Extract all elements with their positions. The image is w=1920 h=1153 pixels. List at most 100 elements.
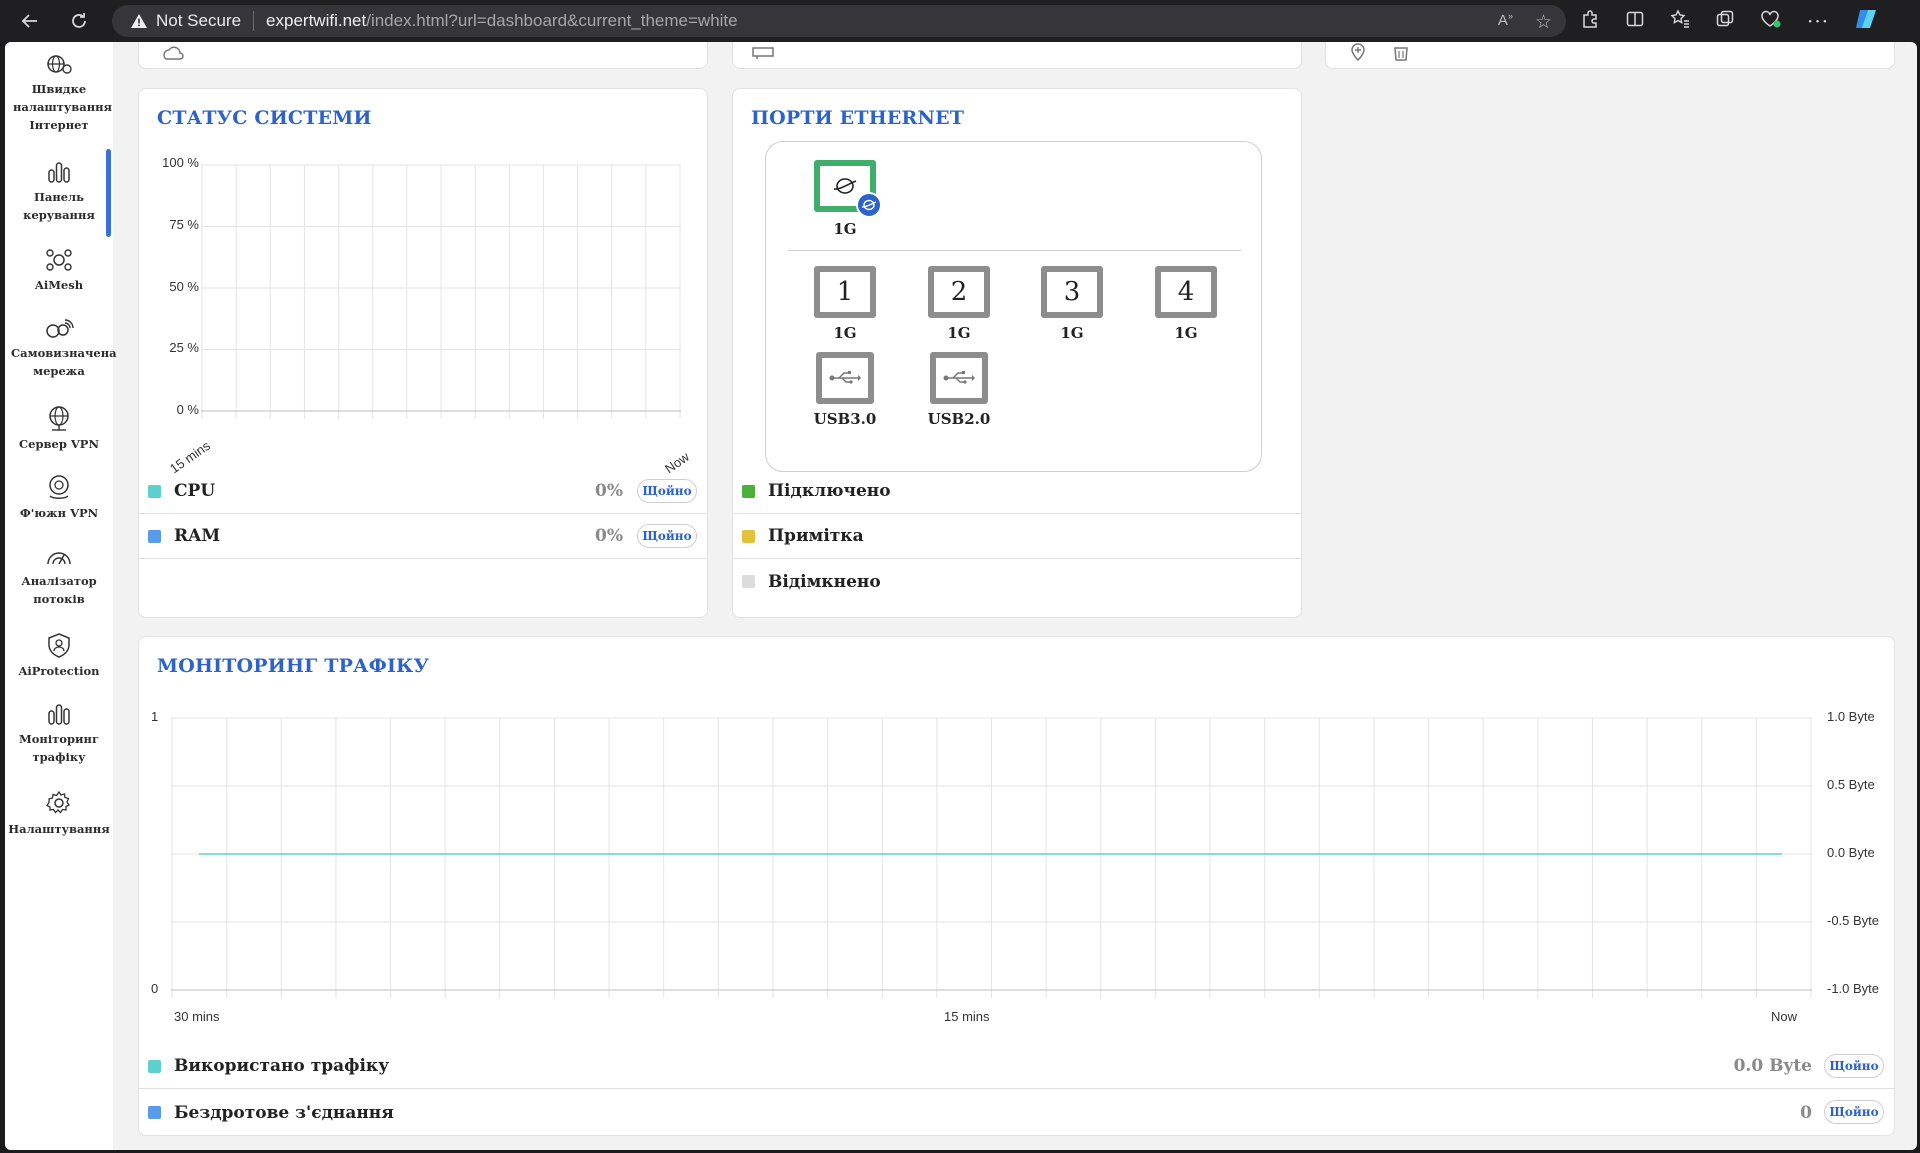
usb3-port[interactable] [816,352,874,404]
y-tick-label: 50 % [169,279,199,294]
copilot-icon[interactable] [1854,8,1878,34]
browser-essentials-icon[interactable] [1760,9,1782,33]
cpu-now-button[interactable]: Щойно [637,479,697,503]
address-bar[interactable]: Not Secure expertwifi.net/index.html?url… [112,5,1566,37]
lan-port-speed: 1G [1174,324,1198,342]
right-y-tick-label: 0.0 Byte [1827,845,1875,860]
lan-port-3[interactable]: 3 [1041,266,1103,318]
x-tick-label: Now [1771,1009,1798,1024]
sidebar-item-settings[interactable]: Налаштування [5,790,113,838]
sidebar-item-flow-analyzer[interactable]: Аналізатор потоків [5,544,113,608]
lan-port-face: 1 [820,272,870,312]
sidebar-item-quick-setup[interactable]: Швидке налаштування Інтернет [5,52,113,134]
wireless-color-swatch [148,1106,161,1119]
lan-port-face: 2 [934,272,984,312]
cpu-label: CPU [174,481,216,501]
x-tick-label: 15 mins [944,1009,990,1024]
legend-label: Підключено [768,481,891,501]
traffic-monitor-title: МОНІТОРИНГ ТРАФІКУ [157,655,430,677]
lan-port-speed: 1G [947,324,971,342]
usb2-port[interactable] [930,352,988,404]
wan-port[interactable] [814,160,882,218]
traffic-chart [171,717,1812,998]
ram-label: RAM [174,526,221,546]
sidebar-item-aimesh[interactable]: AiMesh [5,248,113,294]
usage-color-swatch [148,1059,161,1073]
extensions-icon[interactable] [1580,9,1600,33]
sidebar-item-label: Налаштування [8,822,110,836]
wireless-value: 0 [1800,1102,1812,1123]
wan-speed-label: 1G [833,220,857,238]
security-indicator[interactable]: Not Secure [112,11,253,31]
sidebar-item-custom-network[interactable]: Самовизначена мережа [5,316,117,380]
back-icon[interactable] [10,0,50,42]
ram-now-button[interactable]: Щойно [637,524,697,548]
usb2-label: USB2.0 [927,410,991,428]
collections-icon[interactable] [1715,9,1735,33]
sidebar-item-label: AiMesh [34,278,84,292]
more-options-icon[interactable]: ··· [1807,9,1829,33]
lan-port-speed: 1G [1060,324,1084,342]
traffic-usage-row: Використано трафіку 0.0 Byte Щойно [139,1044,1894,1089]
ports-panel: 1G 1 1G 2 1G 3 1G 4 1G USB3.0 USB2.0 [765,141,1262,472]
warning-icon [131,14,147,28]
lan-port-number: 4 [1177,277,1195,307]
partial-card-top-right [1325,42,1895,69]
sidebar-item-label: Швидке налаштування Інтернет [13,82,113,132]
sidebar-item-vpn-server[interactable]: Сервер VPN [5,405,113,453]
legend-connected: Підключено [733,469,1301,514]
cpu-color-swatch [148,484,161,498]
trash-icon[interactable] [1392,42,1410,62]
sidebar-item-label: Панель керування [23,190,95,222]
sidebar-item-vpn-fusion[interactable]: Ф'южн VPN [5,474,113,522]
ram-value: 0% [595,526,623,546]
legend-warning: Примітка [733,514,1301,559]
sidebar-item-traffic-monitor[interactable]: Моніторинг трафіку [5,702,113,766]
ethernet-ports-card: ПОРТИ ETHERNET 1G 1 1G 2 1G 3 1G 4 1G US… [732,88,1302,618]
traffic-monitor-card: МОНІТОРИНГ ТРАФІКУ 1 0 1.0 Byte 0.5 Byte… [138,636,1895,1136]
lan-port-4[interactable]: 4 [1155,266,1217,318]
system-status-title: СТАТУС СИСТЕМИ [157,107,372,129]
x-tick-label: 30 mins [174,1009,220,1024]
split-screen-icon[interactable] [1625,9,1645,33]
cpu-value: 0% [595,481,623,501]
right-y-tick-label: 1.0 Byte [1827,709,1875,724]
y-tick-label: 100 % [162,155,199,170]
legend-disconnected: Відімкнено [733,559,1301,604]
read-aloud-icon[interactable]: A» [1498,11,1513,34]
legend-label: Відімкнено [768,571,881,592]
aimesh-icon [46,249,72,271]
lan-port-1[interactable]: 1 [814,266,876,318]
lan-port-face: 3 [1047,272,1097,312]
sidebar-item-label: Моніторинг трафіку [19,732,100,764]
wireless-now-button[interactable]: Щойно [1824,1100,1884,1124]
ram-row: RAM 0% Щойно [139,514,707,559]
usb3-label: USB3.0 [813,410,877,428]
network-icon [46,319,74,338]
wireless-row: Бездротове з'єднання 0 Щойно [139,1090,1894,1135]
y-tick-label: 0 % [176,402,199,417]
location-add-icon[interactable] [1348,42,1368,62]
ram-color-swatch [148,529,161,543]
cloud-icon [163,46,184,60]
sidebar-item-dashboard[interactable]: Панель керування [5,160,113,224]
url-divider [253,11,255,31]
cpu-row: CPU 0% Щойно [139,469,707,514]
favorites-icon[interactable] [1670,9,1690,33]
left-y-tick-label: 0 [151,981,159,996]
y-tick-label: 25 % [169,340,199,355]
lan-port-number: 2 [950,277,968,307]
favorite-star-icon[interactable]: ☆ [1535,11,1552,34]
flow-analyzer-icon [47,552,71,565]
system-status-chart [201,164,681,419]
lan-port-2[interactable]: 2 [928,266,990,318]
right-y-tick-label: -0.5 Byte [1827,913,1880,928]
sidebar-item-label: Ф'южн VPN [19,506,99,520]
usage-now-button[interactable]: Щойно [1824,1054,1884,1078]
sidebar-item-aiprotection[interactable]: AiProtection [5,632,113,680]
reload-icon[interactable] [59,0,99,42]
internet-icon [833,178,857,194]
ports-divider [788,250,1241,251]
sidebar: Швидке налаштування Інтернет Панель керу… [5,42,117,1150]
url-text[interactable]: expertwifi.net/index.html?url=dashboard&… [266,11,738,31]
